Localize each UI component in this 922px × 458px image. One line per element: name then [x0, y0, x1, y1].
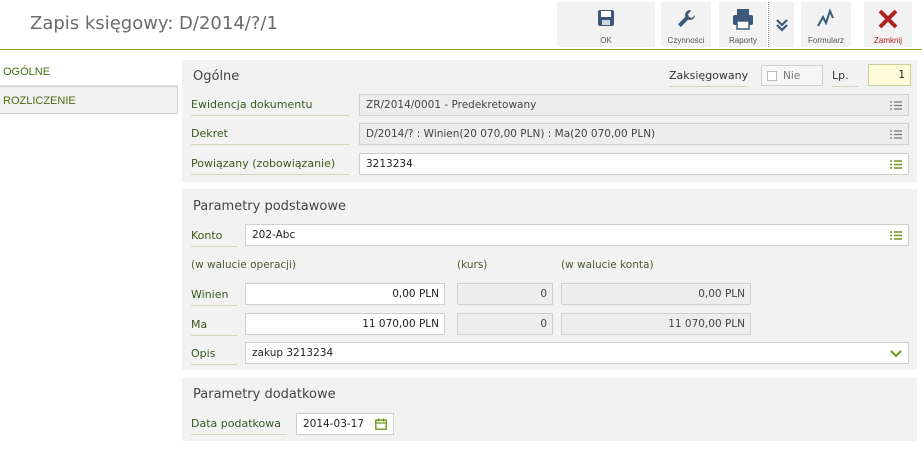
close-icon — [864, 8, 912, 30]
list-icon[interactable] — [890, 160, 902, 169]
czynnosci-button[interactable]: Czynności — [661, 2, 711, 47]
ewidencja-label: Ewidencja dokumentu — [191, 98, 349, 116]
header-bar: Zapis księgowy: D/2014/?/1 OK Czynności … — [0, 0, 922, 50]
lp-input[interactable]: 1 — [868, 64, 911, 86]
checkbox-box — [767, 71, 777, 81]
dekret-value: D/2014/? : Winien(20 070,00 PLN) : Ma(20… — [366, 128, 656, 140]
ma-konta-field: 11 070,00 PLN — [561, 313, 751, 335]
sidebar: OGÓLNE ROZLICZENIE — [0, 58, 178, 114]
col-header-operacji: (w walucie operacji) — [191, 259, 297, 271]
winien-operacji-input[interactable]: 0,00 PLN — [245, 283, 445, 305]
wrench-icon — [661, 8, 711, 30]
ma-kurs-field: 0 — [457, 313, 553, 335]
col-header-kurs: (kurs) — [457, 259, 488, 271]
chevron-down-icon — [775, 18, 788, 32]
lp-label: Lp. — [832, 69, 858, 87]
opis-select[interactable]: zakup 3213234 — [245, 342, 909, 364]
ewidencja-value: ZR/2014/0001 - Predekretowany — [366, 99, 537, 111]
konto-label: Konto — [191, 229, 237, 247]
ok-button[interactable]: OK — [557, 2, 655, 47]
data-podatkowa-label: Data podatkowa — [191, 417, 287, 435]
printer-icon — [719, 8, 767, 30]
opis-label: Opis — [191, 347, 237, 365]
data-podatkowa-input[interactable]: 2014-03-17 — [296, 413, 394, 435]
powiazany-label: Powiązany (zobowiązanie) — [191, 157, 349, 175]
dekret-label: Dekret — [191, 127, 349, 145]
page-title: Zapis księgowy: D/2014/?/1 — [30, 13, 278, 34]
powiazany-field[interactable]: 3213234 — [359, 153, 909, 175]
parametry-podstawowe-panel: Parametry podstawowe Konto 202-Abc (w wa… — [182, 189, 917, 370]
list-icon[interactable] — [890, 231, 902, 240]
zaksiegowany-checkbox[interactable]: Nie — [761, 65, 823, 86]
calendar-icon[interactable] — [375, 418, 387, 430]
section-title-parametry-dodatkowe: Parametry dodatkowe — [193, 387, 336, 402]
zaksiegowany-label: Zaksięgowany — [669, 69, 749, 87]
konto-value: 202-Abc — [252, 229, 296, 241]
section-title-ogolne: Ogólne — [193, 69, 240, 84]
konto-field[interactable]: 202-Abc — [245, 224, 909, 246]
list-icon — [890, 101, 902, 110]
parametry-dodatkowe-panel: Parametry dodatkowe Data podatkowa 2014-… — [182, 378, 917, 441]
ewidencja-field[interactable]: ZR/2014/0001 - Predekretowany — [359, 94, 909, 116]
dekret-field[interactable]: D/2014/? : Winien(20 070,00 PLN) : Ma(20… — [359, 123, 909, 145]
data-podatkowa-value: 2014-03-17 — [303, 418, 365, 430]
section-title-parametry-podstawowe: Parametry podstawowe — [193, 199, 346, 214]
powiazany-value: 3213234 — [366, 158, 413, 170]
col-header-konta: (w walucie konta) — [561, 259, 654, 271]
formularz-button[interactable]: Formularz — [801, 2, 851, 47]
save-icon — [557, 8, 655, 30]
chevron-down-icon[interactable] — [890, 349, 902, 358]
winien-label: Winien — [191, 288, 237, 306]
ma-operacji-input[interactable]: 11 070,00 PLN — [245, 313, 445, 335]
sidebar-item-rozliczenie[interactable]: ROZLICZENIE — [0, 86, 178, 114]
zaksiegowany-value: Nie — [783, 70, 801, 82]
list-icon — [890, 130, 902, 139]
opis-value: zakup 3213234 — [252, 347, 334, 359]
winien-kurs-field: 0 — [457, 283, 553, 305]
ogolne-panel: Ogólne Zaksięgowany Nie Lp. 1 Ewidencja … — [182, 60, 917, 182]
zamknij-button[interactable]: Zamknij — [864, 2, 912, 47]
sidebar-item-ogolne[interactable]: OGÓLNE — [0, 58, 178, 86]
winien-konta-field: 0,00 PLN — [561, 283, 751, 305]
signature-icon — [801, 8, 851, 30]
raporty-button[interactable]: Raporty — [719, 2, 767, 47]
more-dropdown-button[interactable] — [768, 2, 794, 47]
ma-label: Ma — [191, 318, 237, 336]
